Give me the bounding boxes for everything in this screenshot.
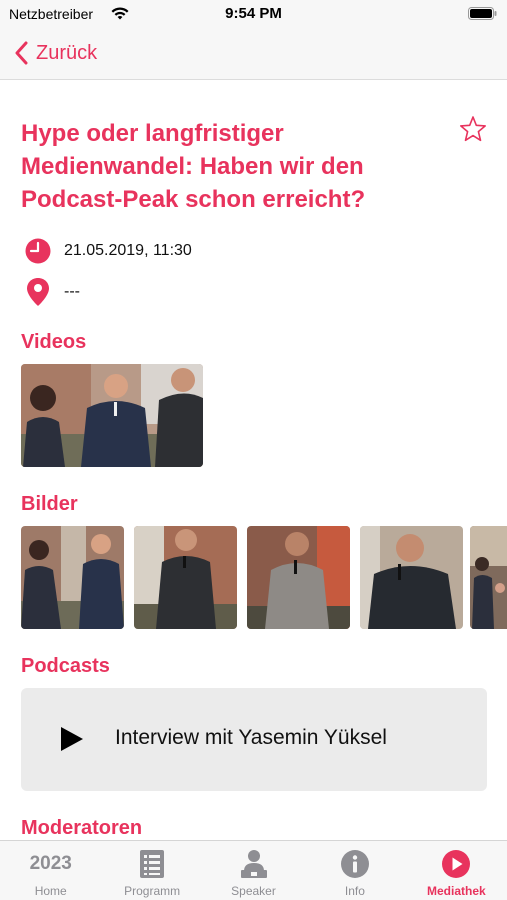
moderators-section-title: Moderatoren (21, 817, 143, 839)
status-bar: Netzbetreiber 9:54 PM (0, 0, 507, 28)
image-thumbnail[interactable] (247, 526, 350, 629)
navigation-bar: Zurück (0, 28, 507, 80)
images-section-title: Bilder (21, 493, 78, 515)
map-pin-icon (27, 278, 49, 306)
talk-location: --- (64, 283, 80, 300)
year-badge: 2023 (29, 853, 72, 874)
tab-label: Speaker (231, 884, 276, 898)
back-button[interactable]: Zurück (14, 38, 97, 68)
image-thumbnail[interactable] (360, 526, 463, 629)
play-icon[interactable] (60, 726, 84, 752)
photo-image (134, 526, 237, 629)
tab-label: Programm (124, 884, 181, 898)
podcasts-section-title: Podcasts (21, 655, 110, 677)
tab-speaker[interactable]: Speaker (203, 841, 304, 900)
videos-section-title: Videos (21, 331, 87, 353)
list-icon (140, 850, 165, 878)
speaker-icon (240, 850, 267, 878)
talk-datetime: 21.05.2019, 11:30 (64, 242, 192, 259)
podcast-item[interactable]: Interview mit Yasemin Yüksel (21, 688, 487, 791)
status-time: 9:54 PM (225, 5, 282, 22)
talk-title: Hype oder langfristiger Medienwandel: Ha… (21, 120, 366, 213)
tab-mediathek[interactable]: Mediathek (406, 841, 507, 900)
battery-icon (468, 7, 497, 20)
tab-label: Home (34, 884, 67, 898)
talk-datetime-row: 21.05.2019, 11:30 (25, 238, 192, 264)
image-thumbnail[interactable] (21, 526, 124, 629)
photo-image (470, 526, 507, 629)
video-thumbnail-image (21, 364, 203, 467)
talk-detail-content[interactable]: Hype oder langfristiger Medienwandel: Ha… (0, 80, 507, 840)
photo-image (21, 526, 124, 629)
tab-programm[interactable]: Programm (101, 841, 202, 900)
image-thumbnail[interactable] (134, 526, 237, 629)
image-thumbnail[interactable] (470, 526, 507, 629)
back-label: Zurück (36, 41, 98, 64)
clock-icon (25, 238, 51, 264)
photo-image (247, 526, 350, 629)
star-outline-icon[interactable] (459, 115, 487, 143)
tab-label: Mediathek (426, 884, 486, 898)
tab-label: Info (344, 884, 365, 898)
play-circle-icon (442, 850, 471, 878)
podcast-label: Interview mit Yasemin Yüksel (115, 726, 387, 749)
talk-location-row: --- (25, 277, 80, 307)
tab-home[interactable]: 2023 Home (0, 841, 101, 900)
chevron-left-icon (15, 41, 28, 65)
video-thumbnail[interactable] (21, 364, 203, 467)
tab-bar: 2023 Home Programm Speaker Info Mediathe… (0, 840, 507, 900)
info-icon (340, 850, 369, 878)
tab-info[interactable]: Info (304, 841, 405, 900)
photo-image (360, 526, 463, 629)
